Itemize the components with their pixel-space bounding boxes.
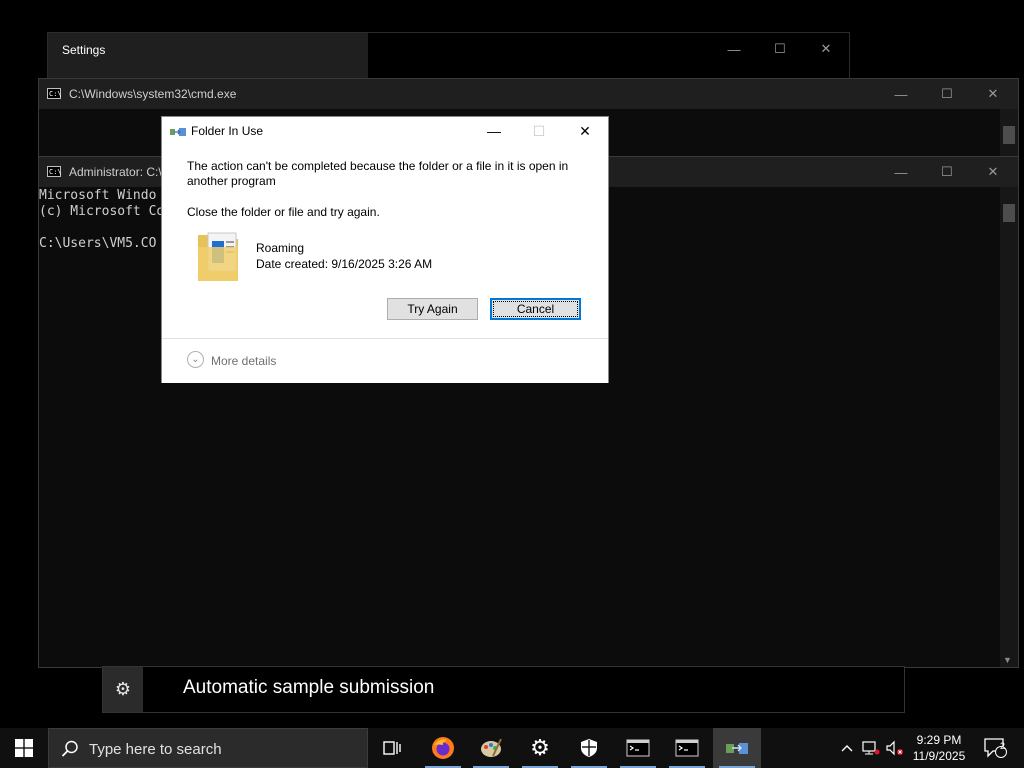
- minimize-icon[interactable]: —: [474, 119, 514, 143]
- console-line: (c) Microsoft Co: [39, 204, 165, 219]
- network-icon[interactable]: [860, 728, 882, 768]
- scroll-down-icon[interactable]: ▼: [1003, 655, 1012, 665]
- close-icon[interactable]: ✕: [806, 35, 846, 63]
- close-icon[interactable]: ✕: [973, 158, 1013, 186]
- search-icon: [61, 740, 78, 757]
- search-placeholder: Type here to search: [89, 741, 222, 758]
- dialog-instruction: Close the folder or file and try again.: [187, 205, 380, 219]
- cmd-taskbar-icon[interactable]: [614, 728, 662, 768]
- shield-icon[interactable]: [565, 728, 613, 768]
- minimize-icon[interactable]: —: [881, 80, 921, 108]
- cmd-icon: C:\: [47, 166, 62, 177]
- paint-icon[interactable]: [467, 728, 515, 768]
- start-button[interactable]: [0, 728, 48, 768]
- maximize-icon[interactable]: ☐: [760, 35, 800, 63]
- minimize-icon[interactable]: —: [881, 158, 921, 186]
- maximize-icon[interactable]: ☐: [927, 158, 967, 186]
- cmd-title: Administrator: C:\: [69, 165, 162, 179]
- folder-icon: [198, 232, 238, 281]
- settings-title: Settings: [62, 43, 106, 57]
- file-date: Date created: 9/16/2025 3:26 AM: [256, 257, 433, 271]
- banner-text: Automatic sample submission: [183, 677, 435, 698]
- notifications-icon[interactable]: 2: [978, 728, 1012, 768]
- scrollbar-thumb[interactable]: [1003, 204, 1015, 222]
- console-line: C:\Users\VM5.CO: [39, 236, 157, 251]
- settings-gear-icon[interactable]: ⚙: [516, 728, 564, 768]
- dialog-footer: ⌄ More details: [162, 338, 608, 383]
- maximize-icon[interactable]: ☐: [927, 80, 967, 108]
- firefox-icon[interactable]: [419, 728, 467, 768]
- dialog-message: The action can't be completed because th…: [187, 159, 569, 188]
- windows-icon: [15, 739, 33, 757]
- cmd-taskbar-icon[interactable]: [663, 728, 711, 768]
- close-icon[interactable]: ✕: [973, 80, 1013, 108]
- system-clock[interactable]: 9:29 PM 11/9/2025: [904, 732, 974, 764]
- file-name: Roaming: [256, 241, 305, 255]
- minimize-icon[interactable]: —: [714, 35, 754, 63]
- gear-icon[interactable]: ⚙: [103, 667, 143, 712]
- more-details-link[interactable]: More details: [211, 354, 276, 368]
- taskbar-search[interactable]: Type here to search: [48, 728, 368, 768]
- notification-count: 2: [1000, 741, 1006, 751]
- dialog-title: Folder In Use: [191, 124, 264, 138]
- file-operation-taskbar-icon[interactable]: [713, 728, 761, 768]
- defender-banner[interactable]: ⚙ Automatic sample submission: [102, 666, 905, 713]
- folder-in-use-dialog[interactable]: Folder In Use — ☐ ✕ The action can't be …: [161, 116, 609, 383]
- chevron-down-icon[interactable]: ⌄: [187, 351, 204, 368]
- taskbar: Type here to search ⚙ 9:29 PM 11/9/2025 …: [0, 728, 1024, 768]
- clock-time: 9:29 PM: [916, 733, 962, 747]
- cmd-icon: C:\: [47, 88, 62, 99]
- volume-muted-icon[interactable]: [884, 728, 906, 768]
- maximize-icon: ☐: [532, 122, 546, 139]
- scrollbar[interactable]: ▼: [1000, 187, 1018, 667]
- cancel-button[interactable]: Cancel: [490, 298, 581, 320]
- task-view-icon[interactable]: [368, 728, 416, 768]
- close-icon[interactable]: ✕: [565, 119, 605, 143]
- clock-date: 11/9/2025: [912, 749, 966, 763]
- console-line: Microsoft Windo: [39, 188, 157, 203]
- try-again-button[interactable]: Try Again: [387, 298, 478, 320]
- chevron-up-icon[interactable]: [836, 728, 858, 768]
- settings-window[interactable]: Settings — ☐ ✕: [47, 32, 850, 80]
- cmd-title: C:\Windows\system32\cmd.exe: [69, 87, 237, 101]
- scrollbar-thumb[interactable]: [1003, 126, 1015, 144]
- file-move-icon: [170, 128, 186, 136]
